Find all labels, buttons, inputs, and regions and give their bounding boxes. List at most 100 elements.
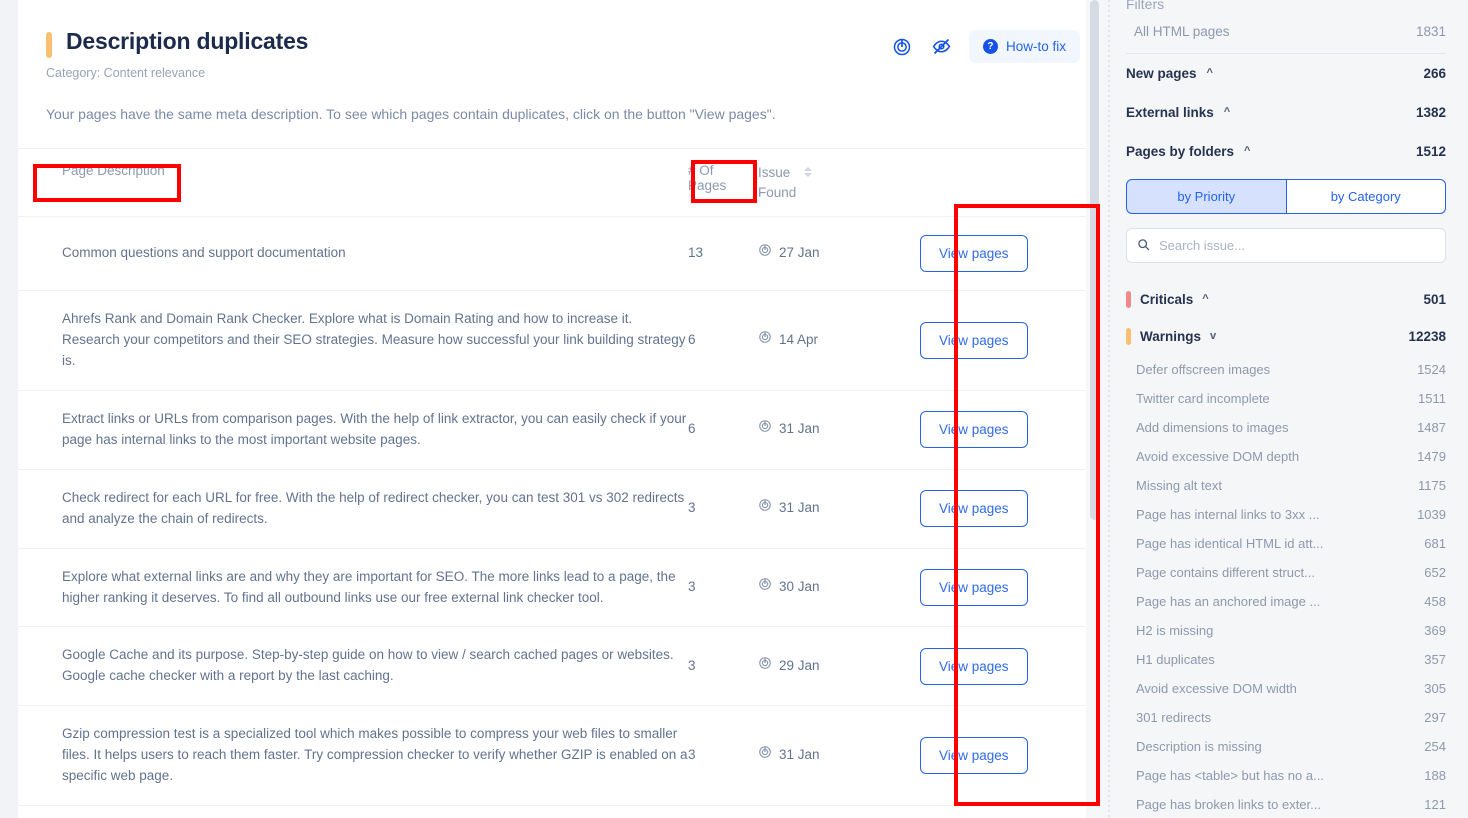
issue-list-item[interactable]: Description is missing 254 xyxy=(1126,732,1446,761)
tab-by-category[interactable]: by Category xyxy=(1286,179,1446,214)
cell-issue-found: 30 Jan xyxy=(758,548,898,628)
view-pages-button[interactable]: View pages xyxy=(920,235,1028,273)
severity-label: Warnings xyxy=(1140,329,1202,344)
table-row: Common questions and support documentati… xyxy=(18,216,1104,292)
severity-count: 501 xyxy=(1423,292,1446,307)
target-icon[interactable] xyxy=(889,34,915,60)
view-pages-button[interactable]: View pages xyxy=(920,411,1028,449)
cell-actions: View pages xyxy=(898,705,1104,807)
issue-list-item[interactable]: Page has <table> but has no a... 188 xyxy=(1126,761,1446,790)
severity-group-warnings[interactable]: Warnings v 12238 xyxy=(1126,318,1446,355)
issue-list-item[interactable]: H1 duplicates 357 xyxy=(1126,645,1446,674)
severity-accent-bar xyxy=(46,32,52,58)
cell-num-of-pages: 3 xyxy=(688,548,758,628)
cell-page-description: Ahrefs Rank and Domain Rank Checker. Exp… xyxy=(18,290,688,391)
issue-label: Page has internal links to 3xx ... xyxy=(1136,507,1320,522)
eye-off-icon[interactable] xyxy=(929,34,955,60)
sort-toggle-icon[interactable] xyxy=(804,167,813,177)
filter-group-label: Pages by folders xyxy=(1126,144,1235,159)
issue-label: Add dimensions to images xyxy=(1136,420,1289,435)
how-to-fix-label: How-to fix xyxy=(1005,39,1066,54)
issue-list-item[interactable]: Avoid excessive DOM width 305 xyxy=(1126,674,1446,703)
cell-num-of-pages: 3 xyxy=(688,469,758,549)
filter-group[interactable]: Pages by folders ^ 1512 xyxy=(1126,132,1446,171)
table-row: Check redirect for each URL for free. Wi… xyxy=(18,469,1104,549)
search-issue-input[interactable] xyxy=(1126,228,1446,263)
issue-count: 1511 xyxy=(1418,391,1446,406)
table-header-row: Page Description # Of Pages Issue Found xyxy=(18,147,1104,218)
cell-num-of-pages: 6 xyxy=(688,390,758,470)
how-to-fix-button[interactable]: ? How-to fix xyxy=(968,30,1080,63)
issue-list-item[interactable]: Page has an anchored image ... 458 xyxy=(1126,587,1446,616)
chevron-up-icon[interactable]: ^ xyxy=(1224,107,1230,118)
cell-page-description: Google Cache and its purpose. Step-by-st… xyxy=(18,626,688,707)
chevron-up-icon[interactable]: ^ xyxy=(1244,146,1250,157)
chevron-up-icon[interactable]: ^ xyxy=(1207,68,1213,79)
cell-issue-found: 31 Jan xyxy=(758,805,898,818)
issue-list-item[interactable]: Page contains different struct... 652 xyxy=(1126,558,1446,587)
cell-issue-found: 29 Jan xyxy=(758,626,898,707)
severity-group-criticals[interactable]: Criticals ^ 501 xyxy=(1126,281,1446,318)
issue-list-item[interactable]: Page has broken links to exter... 121 xyxy=(1126,790,1446,818)
issue-label: Page has an anchored image ... xyxy=(1136,594,1321,609)
issue-count: 1175 xyxy=(1418,478,1446,493)
issue-label: Twitter card incomplete xyxy=(1136,391,1270,406)
issue-found-line1: Issue xyxy=(758,165,791,180)
issue-list-item[interactable]: Missing alt text 1175 xyxy=(1126,471,1446,500)
chevron-icon[interactable]: v xyxy=(1210,331,1216,342)
filter-group-count: 1512 xyxy=(1415,144,1446,159)
view-pages-button[interactable]: View pages xyxy=(920,647,1028,685)
cell-issue-found: 31 Jan xyxy=(758,390,898,470)
cell-page-description: Explore what external links are and why … xyxy=(18,548,688,628)
issue-label: H2 is missing xyxy=(1136,623,1214,638)
issue-label: Missing alt text xyxy=(1136,478,1222,493)
chevron-icon[interactable]: ^ xyxy=(1202,294,1208,305)
app-root: Description duplicates Category: Content… xyxy=(0,0,1468,818)
cell-num-of-pages: 6 xyxy=(688,290,758,391)
filter-group-label: External links xyxy=(1126,105,1214,120)
table-row: Gzip compression test is a specialized t… xyxy=(18,705,1104,807)
view-pages-button[interactable]: View pages xyxy=(920,322,1028,359)
issue-label: Page contains different struct... xyxy=(1136,565,1315,580)
cell-num-of-pages: 3 xyxy=(688,705,758,807)
column-header-page-description[interactable]: Page Description xyxy=(18,147,688,218)
view-pages-button[interactable]: View pages xyxy=(920,490,1028,528)
issue-list-item[interactable]: H2 is missing 369 xyxy=(1126,616,1446,645)
filter-all-html-pages[interactable]: All HTML pages 1831 xyxy=(1126,12,1446,54)
issue-list-item[interactable]: Add dimensions to images 1487 xyxy=(1126,413,1446,442)
target-icon xyxy=(758,419,772,440)
issue-list-item[interactable]: Page has identical HTML id att... 681 xyxy=(1126,529,1446,558)
left-gutter xyxy=(0,0,18,818)
filter-group-label: New pages xyxy=(1126,66,1197,81)
issue-label: Page has broken links to exter... xyxy=(1136,797,1321,812)
cell-issue-found: 31 Jan xyxy=(758,705,898,807)
main-scrollbar[interactable] xyxy=(1086,0,1104,818)
cell-num-of-pages: 3 xyxy=(688,626,758,707)
tab-by-priority[interactable]: by Priority xyxy=(1126,179,1287,214)
filter-group[interactable]: New pages ^ 266 xyxy=(1126,54,1446,93)
issue-count: 652 xyxy=(1424,565,1446,580)
table-row: Ahrefs Rank and Domain Rank Checker. Exp… xyxy=(18,290,1104,391)
search-issue-wrap xyxy=(1126,228,1446,263)
filter-group[interactable]: External links ^ 1382 xyxy=(1126,93,1446,132)
issue-label: Avoid excessive DOM width xyxy=(1136,681,1297,696)
filters-title: Filters xyxy=(1126,0,1165,12)
table-row: Google Cache and its purpose. Step-by-st… xyxy=(18,626,1104,707)
issue-count: 1487 xyxy=(1417,420,1446,435)
issue-list-item[interactable]: Page has internal links to 3xx ... 1039 xyxy=(1126,500,1446,529)
issue-found-date: 14 Apr xyxy=(779,332,819,348)
cell-actions: View pages xyxy=(898,805,1104,818)
view-pages-button[interactable]: View pages xyxy=(920,569,1028,606)
column-header-issue-found[interactable]: Issue Found xyxy=(758,147,898,218)
num-of-pages-line2: Pages xyxy=(688,178,727,193)
issue-label: Defer offscreen images xyxy=(1136,362,1271,377)
view-pages-button[interactable]: View pages xyxy=(920,737,1028,775)
issue-list-item[interactable]: Twitter card incomplete 1511 xyxy=(1126,384,1446,413)
cell-page-description: Extract links or URLs from comparison pa… xyxy=(18,390,688,470)
main-scrollbar-thumb[interactable] xyxy=(1090,0,1099,520)
issue-list-item[interactable]: Defer offscreen images 1524 xyxy=(1126,355,1446,384)
issue-list-item[interactable]: 301 redirects 297 xyxy=(1126,703,1446,732)
filters-sidebar: Filters All HTML pages 1831 New pages ^ 26… xyxy=(1104,0,1468,818)
column-header-num-of-pages[interactable]: # Of Pages xyxy=(688,147,758,218)
issue-list-item[interactable]: Avoid excessive DOM depth 1479 xyxy=(1126,442,1446,471)
